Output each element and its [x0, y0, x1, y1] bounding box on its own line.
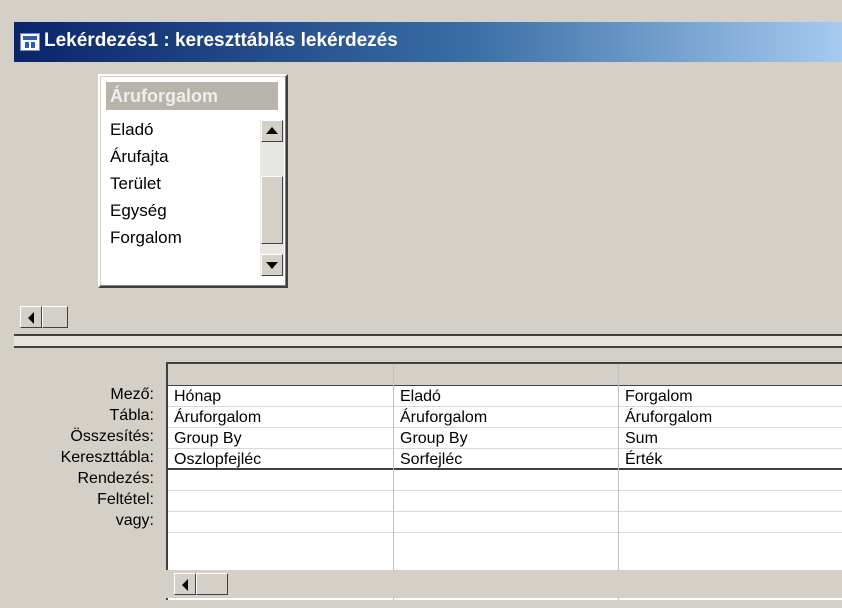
row-label-crosstab: Kereszttábla: — [60, 449, 154, 466]
row-label-or: vagy: — [115, 512, 154, 529]
table-cell[interactable]: Áruforgalom — [168, 407, 393, 428]
arrow-left-icon — [182, 579, 188, 591]
arrow-down-icon — [266, 262, 278, 269]
scroll-left-button[interactable] — [174, 573, 196, 595]
design-grid: Hónap Áruforgalom Group By Oszlopfejléc … — [166, 362, 842, 600]
field-cell[interactable]: Hónap — [168, 386, 393, 407]
total-cell[interactable]: Group By — [168, 428, 393, 449]
field-list-scrollbar[interactable] — [260, 120, 284, 276]
crosstab-cell[interactable]: Oszlopfejléc — [168, 449, 393, 470]
sort-cell[interactable] — [619, 470, 842, 491]
row-label-table: Tábla: — [109, 407, 154, 424]
grid-column: Hónap Áruforgalom Group By Oszlopfejléc — [168, 364, 394, 600]
total-cell[interactable]: Group By — [394, 428, 618, 449]
row-labels: Mező: Tábla: Összesítés: Kereszttábla: R… — [0, 384, 158, 531]
row-label-total: Összesítés: — [70, 428, 154, 445]
scroll-left-button[interactable] — [20, 306, 42, 328]
field-list-window[interactable]: Áruforgalom Eladó Árufajta Terület Egysé… — [98, 74, 288, 288]
or-cell[interactable] — [394, 512, 618, 533]
column-selector[interactable] — [394, 364, 618, 386]
row-label-criteria: Feltétel: — [97, 491, 154, 508]
query-design-icon — [20, 33, 40, 51]
scroll-up-button[interactable] — [261, 120, 283, 142]
arrow-up-icon — [266, 127, 278, 134]
field-item[interactable]: Forgalom — [108, 224, 276, 251]
row-label-field: Mező: — [110, 386, 154, 403]
arrow-left-icon — [28, 312, 34, 324]
grid-column: Forgalom Áruforgalom Sum Érték — [619, 364, 842, 600]
field-list-title[interactable]: Áruforgalom — [106, 82, 278, 110]
design-grid-hscrollbar[interactable] — [166, 570, 842, 598]
field-item[interactable]: Terület — [108, 170, 276, 197]
criteria-cell[interactable] — [394, 491, 618, 512]
criteria-cell[interactable] — [619, 491, 842, 512]
field-item[interactable]: Árufajta — [108, 143, 276, 170]
grid-column: Eladó Áruforgalom Group By Sorfejléc — [394, 364, 619, 600]
sort-cell[interactable] — [394, 470, 618, 491]
table-cell[interactable]: Áruforgalom — [619, 407, 842, 428]
row-label-sort: Rendezés: — [77, 470, 155, 487]
sort-cell[interactable] — [168, 470, 393, 491]
scroll-thumb[interactable] — [261, 176, 283, 244]
field-item[interactable]: Eladó — [108, 116, 276, 143]
query-design-window: Lekérdezés1 : kereszttáblás lekérdezés Á… — [0, 0, 842, 608]
table-pane: Áruforgalom Eladó Árufajta Terület Egysé… — [14, 62, 842, 302]
total-cell[interactable]: Sum — [619, 428, 842, 449]
field-list: Eladó Árufajta Terület Egység Forgalom — [108, 116, 276, 278]
criteria-cell[interactable] — [168, 491, 393, 512]
or-cell[interactable] — [168, 512, 393, 533]
table-cell[interactable]: Áruforgalom — [394, 407, 618, 428]
scroll-down-button[interactable] — [261, 254, 283, 276]
title-bar[interactable]: Lekérdezés1 : kereszttáblás lekérdezés — [14, 22, 842, 62]
design-grid-pane: Mező: Tábla: Összesítés: Kereszttábla: R… — [0, 348, 842, 608]
column-selector[interactable] — [168, 364, 393, 386]
column-selector[interactable] — [619, 364, 842, 386]
field-cell[interactable]: Eladó — [394, 386, 618, 407]
field-cell[interactable]: Forgalom — [619, 386, 842, 407]
table-pane-hscrollbar[interactable] — [20, 303, 842, 331]
scroll-thumb[interactable] — [42, 306, 68, 328]
crosstab-cell[interactable]: Érték — [619, 449, 842, 470]
field-item[interactable]: Egység — [108, 197, 276, 224]
window-title: Lekérdezés1 : kereszttáblás lekérdezés — [44, 30, 398, 51]
scroll-thumb[interactable] — [196, 573, 228, 595]
pane-splitter[interactable] — [14, 334, 842, 348]
crosstab-cell[interactable]: Sorfejléc — [394, 449, 618, 470]
or-cell[interactable] — [619, 512, 842, 533]
